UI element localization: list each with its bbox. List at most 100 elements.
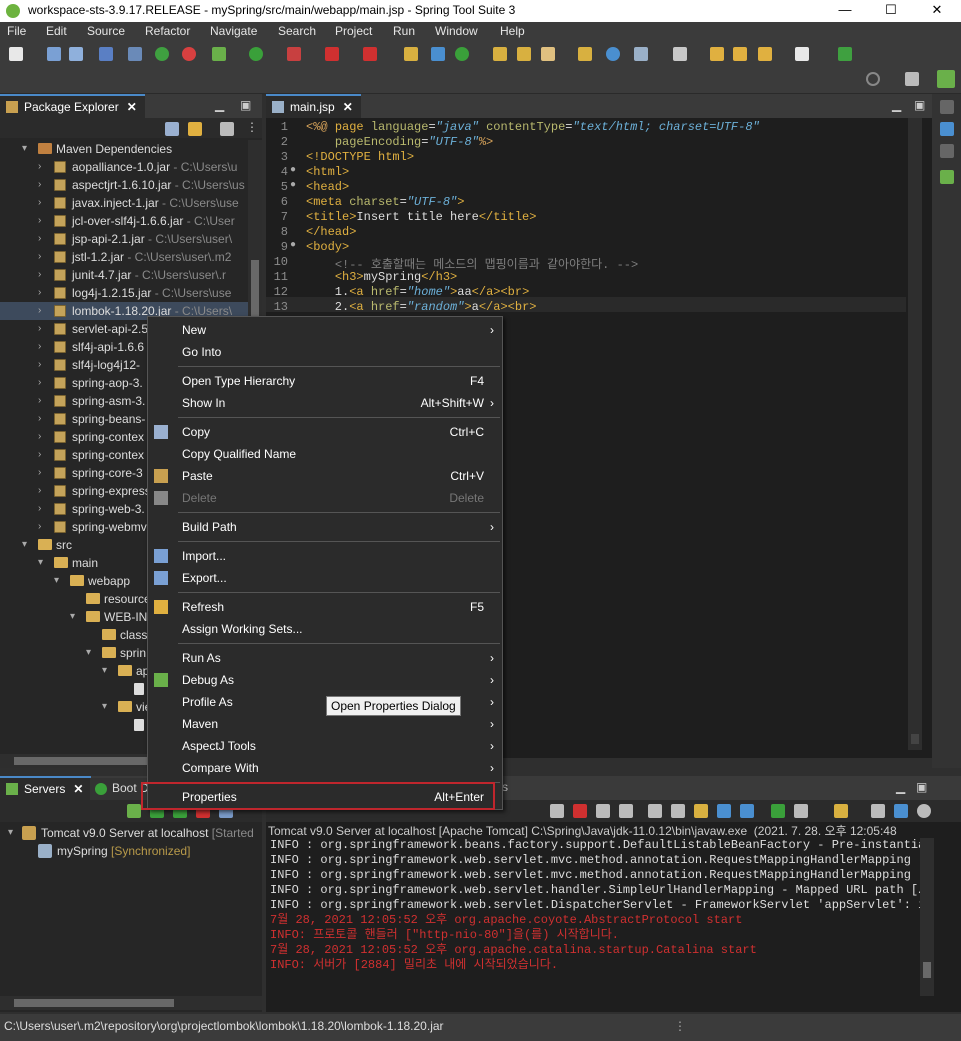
menu-window[interactable]: Window bbox=[435, 24, 478, 38]
new-class-icon[interactable] bbox=[455, 47, 469, 61]
fold-toggle-icon[interactable]: ● bbox=[290, 165, 296, 176]
new-package-icon[interactable] bbox=[431, 47, 445, 61]
terminate-icon[interactable] bbox=[573, 804, 587, 818]
tree-arrow-icon[interactable]: ▾ bbox=[102, 662, 107, 680]
jar-tree-item[interactable]: › jcl-over-slf4j-1.6.6.jar - C:\User bbox=[0, 212, 248, 230]
menu-item-delete[interactable]: Delete Delete bbox=[148, 487, 502, 509]
servers-hscroll-thumb[interactable] bbox=[14, 999, 174, 1007]
link-with-editor-icon[interactable] bbox=[188, 122, 202, 136]
code-line[interactable]: </head> bbox=[306, 225, 356, 239]
remove-launch-icon[interactable] bbox=[596, 804, 610, 818]
tree-arrow-icon[interactable]: › bbox=[38, 230, 41, 248]
menu-item-export[interactable]: Export... bbox=[148, 567, 502, 589]
menu-project[interactable]: Project bbox=[335, 24, 372, 38]
ansi-console-icon[interactable] bbox=[894, 804, 908, 818]
console-vscroll-thumb[interactable] bbox=[923, 962, 931, 978]
editor-maximize-icon[interactable]: ▣ bbox=[914, 98, 925, 112]
jar-tree-item[interactable]: › jsp-api-2.1.jar - C:\Users\user\ bbox=[0, 230, 248, 248]
code-line[interactable]: pageEncoding="UTF-8"%> bbox=[306, 135, 493, 149]
menu-item-compare-with[interactable]: Compare With › bbox=[148, 757, 502, 779]
clear-console-icon[interactable] bbox=[648, 804, 662, 818]
editor-scroll-down[interactable] bbox=[911, 734, 919, 744]
tree-arrow-icon[interactable]: › bbox=[38, 518, 41, 536]
jar-tree-item[interactable]: › log4j-1.2.15.jar - C:\Users\use bbox=[0, 284, 248, 302]
globe-icon[interactable] bbox=[606, 47, 620, 61]
next-annotation-icon[interactable] bbox=[634, 47, 648, 61]
menu-item-open-type-hierarchy[interactable]: Open Type Hierarchy F4 bbox=[148, 370, 502, 392]
menu-item-copy[interactable]: Copy Ctrl+C bbox=[148, 421, 502, 443]
fold-toggle-icon[interactable]: ● bbox=[290, 180, 296, 191]
view-menu-icon[interactable]: ⋮ bbox=[246, 120, 258, 134]
search-toolbar-icon[interactable] bbox=[541, 47, 555, 61]
tree-arrow-icon[interactable]: › bbox=[38, 356, 41, 374]
menu-item-go-into[interactable]: Go Into bbox=[148, 341, 502, 363]
code-line[interactable]: <body> bbox=[306, 240, 349, 254]
code-line[interactable]: <%@ page language="java" contentType="te… bbox=[306, 120, 760, 134]
save-icon[interactable] bbox=[47, 47, 61, 61]
tree-arrow-icon[interactable]: › bbox=[38, 410, 41, 428]
tree-arrow-icon[interactable]: › bbox=[38, 446, 41, 464]
pin-console-icon[interactable] bbox=[771, 804, 785, 818]
code-line[interactable]: <!DOCTYPE html> bbox=[306, 150, 414, 164]
jar-tree-item[interactable]: › aspectjrt-1.6.10.jar - C:\Users\us bbox=[0, 176, 248, 194]
code-line[interactable]: 2.<a href="random">a</a><br> bbox=[306, 300, 537, 314]
tree-arrow-icon[interactable]: ▾ bbox=[86, 644, 91, 662]
menu-item-refresh[interactable]: Refresh F5 bbox=[148, 596, 502, 618]
jar-tree-item[interactable]: › aopalliance-1.0.jar - C:\Users\u bbox=[0, 158, 248, 176]
back-icon[interactable] bbox=[710, 47, 724, 61]
navigate-back-icon[interactable] bbox=[758, 47, 772, 61]
menu-source[interactable]: Source bbox=[87, 24, 125, 38]
scrollbar-thumb[interactable] bbox=[251, 260, 259, 320]
close-tab-icon[interactable]: ✕ bbox=[127, 100, 137, 114]
tree-arrow-icon[interactable]: › bbox=[38, 284, 41, 302]
menu-item-maven[interactable]: Maven › bbox=[148, 713, 502, 735]
tree-arrow-icon[interactable]: › bbox=[38, 374, 41, 392]
menu-item-debug-as[interactable]: Debug As › bbox=[148, 669, 502, 691]
console-output[interactable]: INFO : org.springframework.beans.factory… bbox=[270, 838, 920, 998]
tree-arrow-icon[interactable]: › bbox=[38, 500, 41, 518]
library-tree-item[interactable]: ▾ Maven Dependencies bbox=[0, 140, 248, 158]
tree-arrow-icon[interactable]: › bbox=[38, 248, 41, 266]
spring-perspective-icon[interactable] bbox=[937, 70, 955, 88]
filter-icon[interactable] bbox=[220, 122, 234, 136]
tree-arrow-icon[interactable]: ▾ bbox=[38, 554, 43, 572]
tree-arrow-icon[interactable]: ▾ bbox=[102, 698, 107, 716]
menu-help[interactable]: Help bbox=[500, 24, 525, 38]
close-window-button[interactable]: ✕ bbox=[914, 0, 960, 22]
remove-all-launches-icon[interactable] bbox=[619, 804, 633, 818]
close-editor-tab-icon[interactable]: ✕ bbox=[343, 100, 353, 114]
spring-explorer-icon[interactable] bbox=[940, 170, 954, 184]
open-type-icon[interactable] bbox=[493, 47, 507, 61]
tree-arrow-icon[interactable]: ▾ bbox=[22, 140, 27, 158]
stop-icon[interactable] bbox=[325, 47, 339, 61]
open-task-icon[interactable] bbox=[517, 47, 531, 61]
terminal-icon[interactable] bbox=[99, 47, 113, 61]
spring-icon[interactable] bbox=[182, 47, 196, 61]
forward-icon[interactable] bbox=[733, 47, 747, 61]
menu-item-import[interactable]: Import... bbox=[148, 545, 502, 567]
navigate-forward-icon[interactable] bbox=[795, 47, 809, 61]
console-maximize-icon[interactable]: ▣ bbox=[916, 780, 927, 794]
menu-item-run-as[interactable]: Run As › bbox=[148, 647, 502, 669]
skip-breakpoints-icon[interactable] bbox=[128, 47, 142, 61]
code-line[interactable]: <h3>mySpring</h3> bbox=[306, 270, 457, 284]
menu-item-copy-qualified-name[interactable]: Copy Qualified Name bbox=[148, 443, 502, 465]
reload-console-icon[interactable] bbox=[550, 804, 564, 818]
minimize-button[interactable]: — bbox=[822, 0, 868, 22]
code-line[interactable]: <head> bbox=[306, 180, 349, 194]
tree-arrow-icon[interactable]: › bbox=[38, 464, 41, 482]
minimized-view-icon[interactable] bbox=[940, 144, 954, 158]
fold-toggle-icon[interactable]: ● bbox=[290, 240, 296, 251]
menu-item-paste[interactable]: Paste Ctrl+V bbox=[148, 465, 502, 487]
code-line[interactable]: <meta charset="UTF-8"> bbox=[306, 195, 464, 209]
collapse-all-icon[interactable] bbox=[165, 122, 179, 136]
tab-servers[interactable]: Servers ✕ bbox=[0, 776, 92, 800]
menu-item-new[interactable]: New › bbox=[148, 319, 502, 341]
tree-arrow-icon[interactable]: › bbox=[38, 176, 41, 194]
tree-arrow-icon[interactable]: › bbox=[38, 338, 41, 356]
menu-run[interactable]: Run bbox=[393, 24, 415, 38]
editor-vscrollbar[interactable] bbox=[908, 118, 922, 750]
expand-arrow-icon[interactable]: ▾ bbox=[8, 824, 13, 842]
tab-package-explorer[interactable]: Package Explorer ✕ bbox=[0, 94, 145, 118]
code-line[interactable]: 1.<a href="home">aa</a><br> bbox=[306, 285, 529, 299]
